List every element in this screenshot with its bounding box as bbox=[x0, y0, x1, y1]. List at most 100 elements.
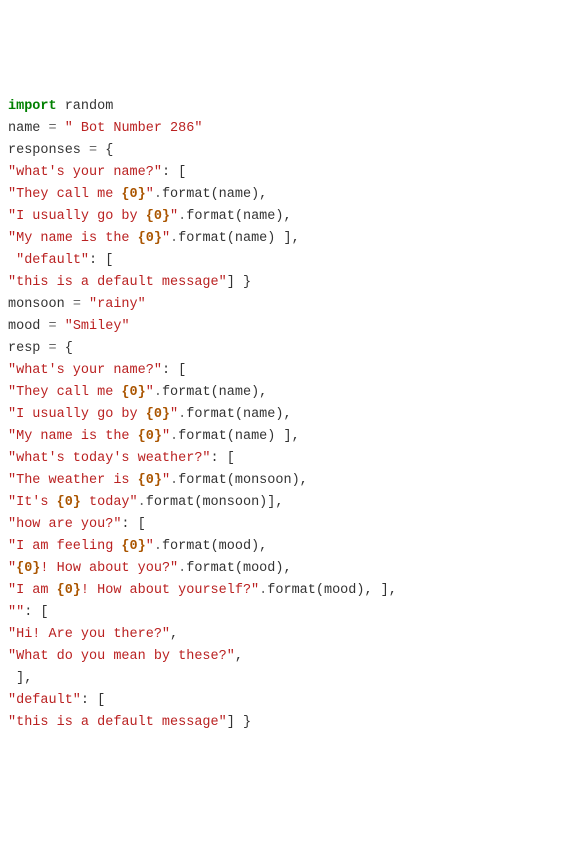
code-token: { bbox=[57, 341, 73, 356]
code-token: {0} bbox=[57, 495, 81, 510]
code-line: "Hi! Are you there?", bbox=[8, 624, 556, 646]
code-line: "default": [ bbox=[8, 250, 556, 272]
code-line: "The weather is {0}".format(monsoon), bbox=[8, 470, 556, 492]
code-token: "rainy" bbox=[89, 297, 146, 312]
code-token: ! How about you?" bbox=[40, 561, 178, 576]
code-line: "It's {0} today".format(monsoon)], bbox=[8, 492, 556, 514]
code-token: import bbox=[8, 99, 57, 114]
code-line: "I am {0}! How about yourself?".format(m… bbox=[8, 580, 556, 602]
code-token: {0} bbox=[146, 209, 170, 224]
code-token: ] } bbox=[227, 275, 251, 290]
code-line: "what's today's weather?": [ bbox=[8, 448, 556, 470]
code-token: (monsoon), bbox=[227, 473, 308, 488]
code-token: "what's your name?" bbox=[8, 363, 162, 378]
code-token: " bbox=[170, 209, 178, 224]
code-token: random bbox=[57, 99, 114, 114]
code-token: = bbox=[49, 319, 57, 334]
code-token: "I am feeling bbox=[8, 539, 121, 554]
code-token: format bbox=[186, 209, 235, 224]
code-line: "default": [ bbox=[8, 690, 556, 712]
code-token: "this is a default message" bbox=[8, 715, 227, 730]
code-line: "I usually go by {0}".format(name), bbox=[8, 404, 556, 426]
code-token: : [ bbox=[24, 605, 48, 620]
code-token: . bbox=[154, 187, 162, 202]
code-token: format bbox=[267, 583, 316, 598]
code-token: mood bbox=[8, 319, 49, 334]
code-line: "what's your name?": [ bbox=[8, 162, 556, 184]
code-token: : [ bbox=[162, 165, 186, 180]
code-token: "what's your name?" bbox=[8, 165, 162, 180]
code-token: " bbox=[8, 561, 16, 576]
code-token: {0} bbox=[138, 429, 162, 444]
code-token bbox=[81, 297, 89, 312]
code-token: " bbox=[162, 429, 170, 444]
code-token: , bbox=[170, 627, 178, 642]
code-token: { bbox=[97, 143, 113, 158]
code-token: . bbox=[170, 473, 178, 488]
code-line: "this is a default message"] } bbox=[8, 272, 556, 294]
code-token: "how are you?" bbox=[8, 517, 121, 532]
code-token: "this is a default message" bbox=[8, 275, 227, 290]
code-line: "They call me {0}".format(name), bbox=[8, 184, 556, 206]
code-token: format bbox=[178, 231, 227, 246]
code-token: (name), bbox=[235, 209, 292, 224]
code-token: " bbox=[146, 187, 154, 202]
code-token: (name), bbox=[235, 407, 292, 422]
code-token bbox=[8, 253, 16, 268]
code-line: monsoon = "rainy" bbox=[8, 294, 556, 316]
code-token: "default" bbox=[8, 693, 81, 708]
code-token: , bbox=[235, 649, 243, 664]
code-token: . bbox=[154, 385, 162, 400]
code-line: "how are you?": [ bbox=[8, 514, 556, 536]
code-token: = bbox=[49, 341, 57, 356]
code-token: "Smiley" bbox=[65, 319, 130, 334]
code-token: (mood), bbox=[235, 561, 292, 576]
code-token: = bbox=[49, 121, 57, 136]
code-token: "My name is the bbox=[8, 231, 138, 246]
code-token: responses bbox=[8, 143, 89, 158]
code-token: " bbox=[162, 231, 170, 246]
code-token: . bbox=[170, 429, 178, 444]
code-token: format bbox=[162, 539, 211, 554]
code-token: format bbox=[146, 495, 195, 510]
code-token: (name), bbox=[211, 187, 268, 202]
code-token: " bbox=[170, 407, 178, 422]
code-token: " bbox=[146, 539, 154, 554]
code-line: "what's your name?": [ bbox=[8, 360, 556, 382]
code-token: format bbox=[186, 561, 235, 576]
code-line: "{0}! How about you?".format(mood), bbox=[8, 558, 556, 580]
code-token: "I usually go by bbox=[8, 209, 146, 224]
code-token: {0} bbox=[121, 385, 145, 400]
code-token: format bbox=[162, 385, 211, 400]
code-token: resp bbox=[8, 341, 49, 356]
code-line: "this is a default message"] } bbox=[8, 712, 556, 734]
code-token: ], bbox=[8, 671, 32, 686]
code-token: (name) ], bbox=[227, 429, 300, 444]
code-token: format bbox=[162, 187, 211, 202]
code-token: "They call me bbox=[8, 187, 121, 202]
code-token: = bbox=[89, 143, 97, 158]
code-token: = bbox=[73, 297, 81, 312]
code-token: "what's today's weather?" bbox=[8, 451, 211, 466]
code-token: : [ bbox=[89, 253, 113, 268]
code-token: today" bbox=[81, 495, 138, 510]
code-token: {0} bbox=[121, 187, 145, 202]
code-token: . bbox=[154, 539, 162, 554]
code-token: {0} bbox=[57, 583, 81, 598]
code-token: "My name is the bbox=[8, 429, 138, 444]
code-token: format bbox=[178, 473, 227, 488]
code-token: . bbox=[170, 231, 178, 246]
code-token: "I usually go by bbox=[8, 407, 146, 422]
code-token: {0} bbox=[138, 473, 162, 488]
code-token: " bbox=[146, 385, 154, 400]
code-token: name bbox=[8, 121, 49, 136]
code-token: "What do you mean by these?" bbox=[8, 649, 235, 664]
code-token: ! How about yourself?" bbox=[81, 583, 259, 598]
code-token: {0} bbox=[121, 539, 145, 554]
code-line: "My name is the {0}".format(name) ], bbox=[8, 228, 556, 250]
code-token: : [ bbox=[81, 693, 105, 708]
code-token: (mood), ], bbox=[316, 583, 397, 598]
code-token: (monsoon)], bbox=[194, 495, 283, 510]
code-token: "" bbox=[8, 605, 24, 620]
code-token: : [ bbox=[211, 451, 235, 466]
